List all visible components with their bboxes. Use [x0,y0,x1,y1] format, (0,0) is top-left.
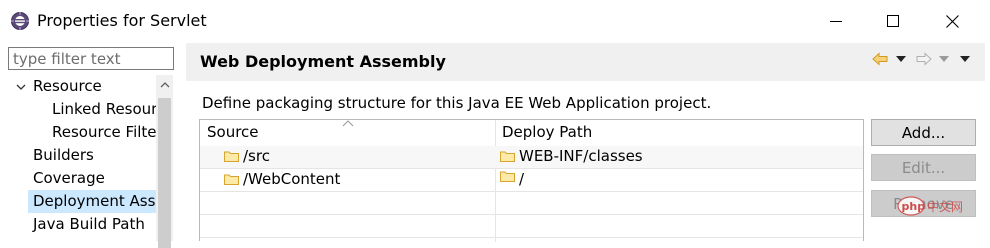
close-button[interactable] [926,0,978,42]
tree-item-label: Java Build Path [33,215,145,233]
deploy-path: / [519,170,525,188]
edit-button[interactable]: Edit... [871,154,976,181]
tree-item-label: Resource [33,77,102,95]
folder-icon [224,151,239,162]
forward-button[interactable] [916,50,932,68]
tree-scrollbar[interactable] [156,75,173,248]
tree-item-label: Coverage [33,169,105,187]
forward-dropdown[interactable] [939,50,949,68]
tree-item-deployment-assembly[interactable]: Deployment Ass [28,190,156,213]
column-header-deploy-path[interactable]: Deploy Path [502,123,592,141]
table-row-empty [200,192,863,215]
deploy-path: WEB-INF/classes [519,147,643,165]
back-dropdown[interactable] [896,50,906,68]
page-description: Define packaging structure for this Java… [202,94,712,112]
window-title: Properties for Servlet [37,11,207,30]
chevron-down-icon[interactable] [15,81,27,93]
view-menu-icon [960,56,970,62]
svg-text:php: php [902,200,926,213]
chevron-up-icon [160,82,169,88]
sort-ascending-icon [342,120,354,127]
table-row-empty [200,215,863,238]
folder-icon [224,174,239,185]
source-path: /WebContent [243,170,341,188]
maximize-icon [887,15,899,27]
filter-input[interactable] [8,47,174,70]
tree-item-label: Linked Resour [52,100,156,118]
dropdown-icon [896,56,906,62]
folder-icon [500,151,515,162]
view-menu-button[interactable] [960,50,970,68]
deployment-table[interactable]: Source Deploy Path /src WEB-INF/classes … [199,119,864,242]
forward-arrow-icon [916,52,932,66]
folder-icon [500,171,515,182]
php-watermark-logo: php 中文网 [897,195,989,217]
back-arrow-icon [872,52,888,66]
tree-item-label: Builders [33,146,94,164]
property-tree: Resource Linked Resour Resource Filte Bu… [0,75,156,241]
minimize-icon [830,21,842,22]
tree-item-label: Resource Filte [52,123,156,141]
back-button[interactable] [872,50,888,68]
maximize-button[interactable] [867,0,919,42]
svg-text:中文网: 中文网 [927,199,963,214]
scroll-up-button[interactable] [156,75,173,95]
eclipse-gear-icon [10,11,30,31]
table-row[interactable]: /WebContent / [200,169,863,192]
table-header: Source Deploy Path [200,120,863,147]
close-icon [945,14,959,28]
table-row[interactable]: /src WEB-INF/classes [200,146,863,169]
tree-item-label: Deployment Ass [33,192,156,210]
minimize-button[interactable] [810,0,862,42]
dropdown-icon [939,56,949,62]
scrollbar-thumb[interactable] [158,98,171,248]
page-title: Web Deployment Assembly [200,52,446,71]
source-path: /src [243,147,270,165]
column-header-source[interactable]: Source [207,123,259,141]
add-button[interactable]: Add... [871,119,976,146]
